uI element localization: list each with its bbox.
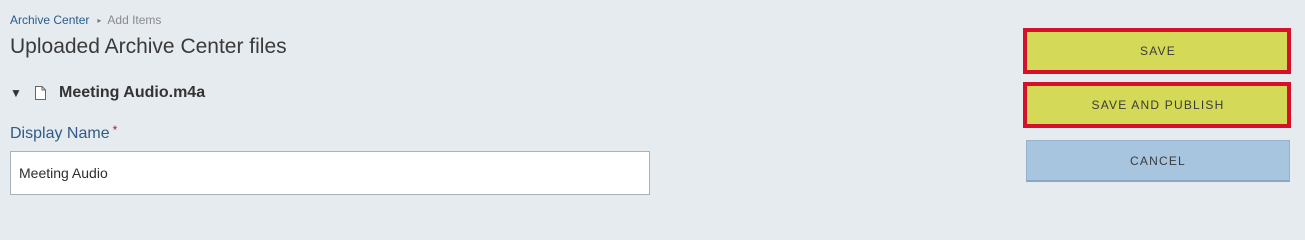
- document-icon: [35, 86, 46, 100]
- breadcrumb-archive-center-link[interactable]: Archive Center: [10, 13, 89, 27]
- breadcrumb: Archive Center ▸ Add Items: [10, 13, 161, 29]
- required-marker: *: [112, 123, 118, 137]
- collapse-toggle-icon[interactable]: ▼: [10, 86, 24, 100]
- display-name-input[interactable]: [10, 151, 650, 195]
- file-row: ▼ Meeting Audio.m4a: [10, 83, 205, 103]
- page-title: Uploaded Archive Center files: [10, 35, 287, 58]
- file-name: Meeting Audio.m4a: [59, 84, 206, 101]
- display-name-label-text: Display Name: [10, 125, 110, 142]
- display-name-label: Display Name *: [10, 123, 118, 144]
- save-and-publish-button[interactable]: SAVE AND PUBLISH: [1026, 84, 1290, 125]
- breadcrumb-separator-icon: ▸: [97, 16, 102, 25]
- breadcrumb-current: Add Items: [107, 13, 162, 27]
- cancel-button[interactable]: CANCEL: [1026, 140, 1290, 182]
- save-button[interactable]: SAVE: [1026, 30, 1290, 71]
